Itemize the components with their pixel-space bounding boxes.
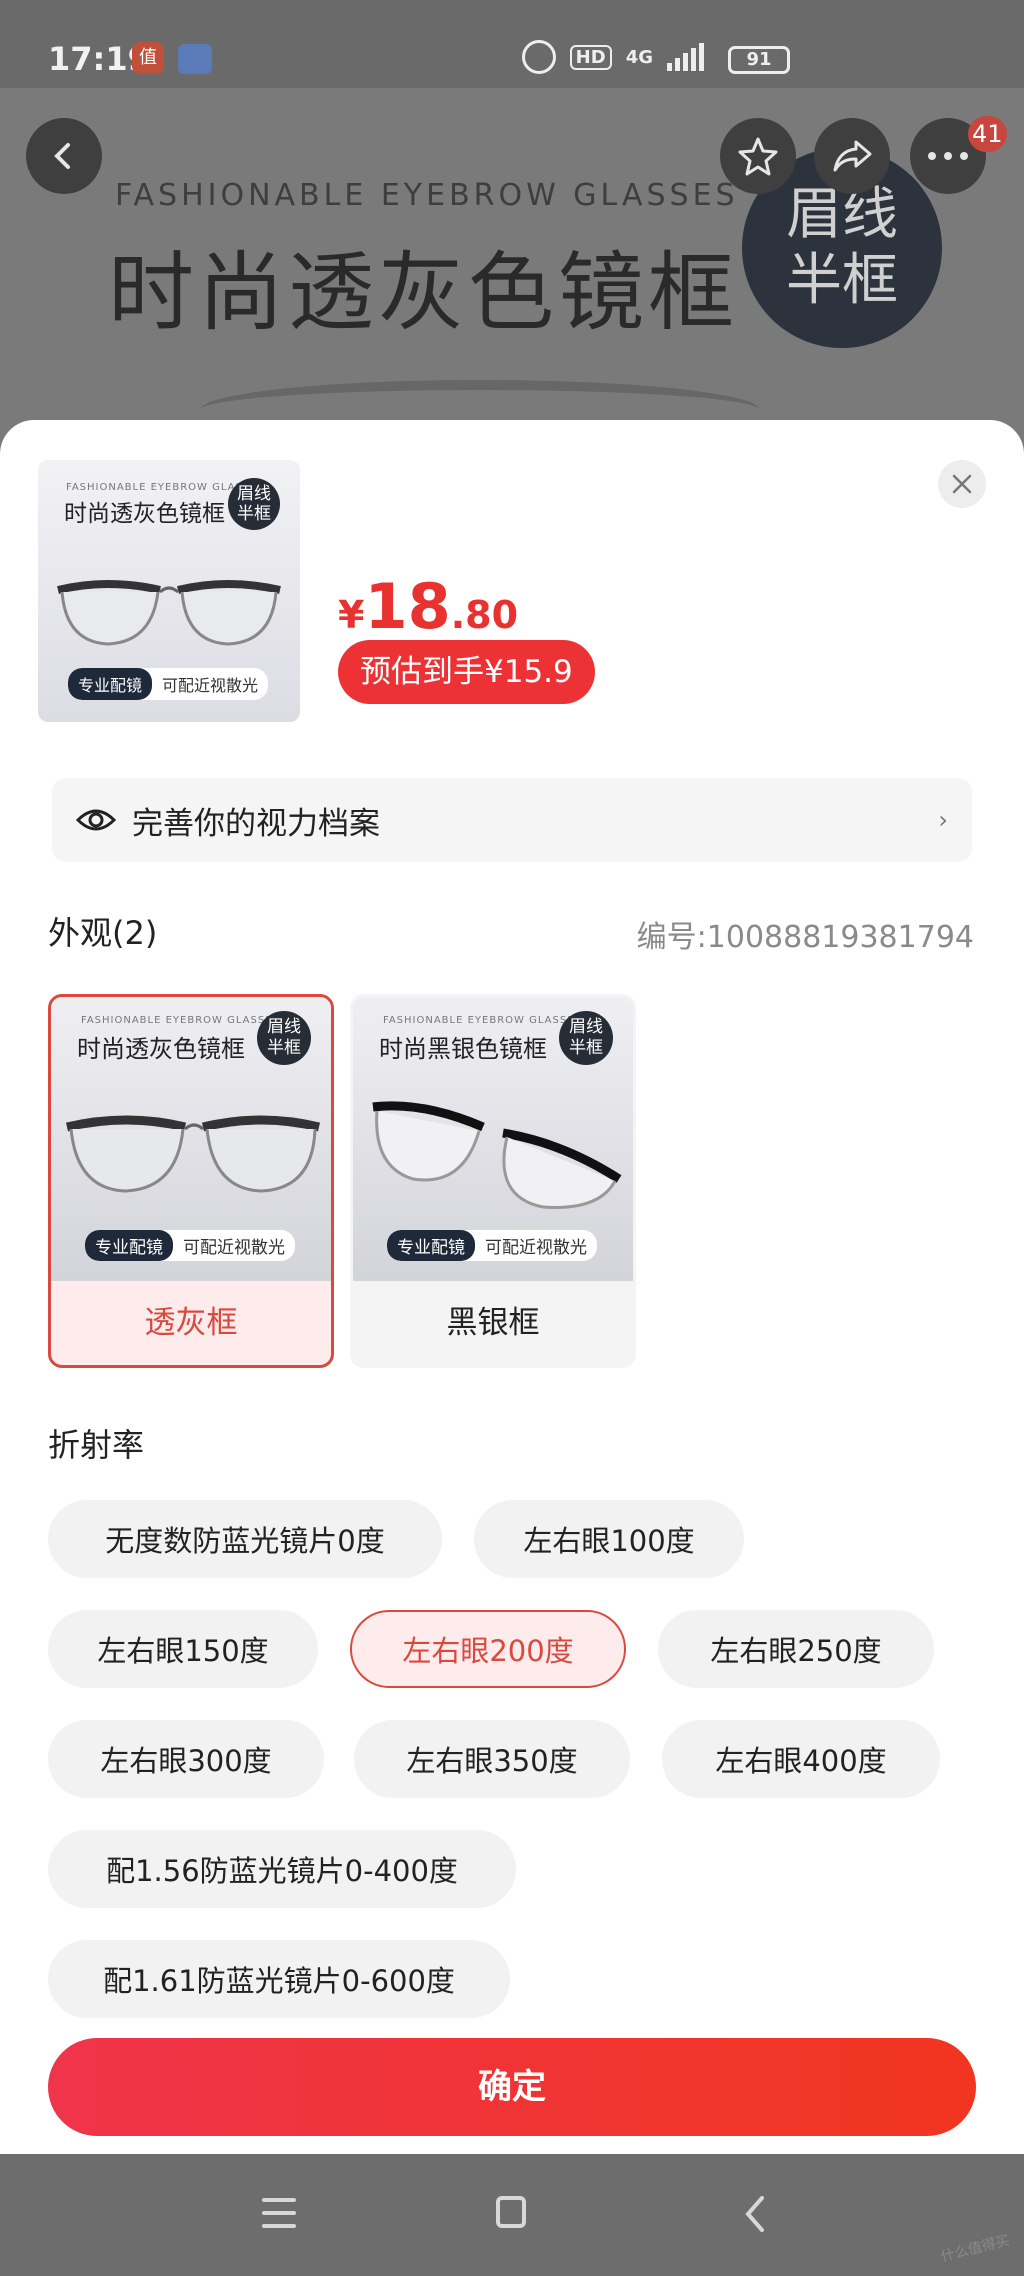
share-icon [833, 140, 872, 172]
appearance-option-gray[interactable]: FASHIONABLE EYEBROW GLASSES 时尚透灰色镜框 眉线 半框… [48, 994, 334, 1368]
notification-count-badge: 41 [968, 116, 1007, 152]
refraction-option[interactable]: 配1.61防蓝光镜片0-600度 [48, 1940, 510, 2018]
refraction-option[interactable]: 左右眼150度 [48, 1610, 318, 1688]
signal-icon [667, 43, 704, 71]
option-badge: 眉线 半框 [559, 1011, 613, 1065]
estimated-price-badge: 预估到手¥15.9 [338, 640, 595, 704]
glasses-image [57, 580, 281, 646]
vision-profile-label: 完善你的视力档案 [132, 805, 380, 842]
star-icon [738, 137, 778, 176]
back-arrow-icon [54, 143, 70, 169]
chevron-right-icon: › [938, 806, 948, 834]
glasses-image [372, 1101, 622, 1209]
back-button[interactable] [26, 118, 102, 194]
share-button[interactable] [814, 118, 890, 194]
option-subtitle: FASHIONABLE EYEBROW GLASSES [383, 1015, 582, 1026]
product-thumbnail[interactable]: FASHIONABLE EYEBROW GLASSES 时尚透灰色镜框 眉线 半框… [38, 460, 300, 722]
thumb-badge: 眉线 半框 [228, 478, 280, 530]
sku-selector-sheet: FASHIONABLE EYEBROW GLASSES 时尚透灰色镜框 眉线 半框… [0, 420, 1024, 2154]
refraction-option[interactable]: 左右眼250度 [658, 1610, 934, 1688]
hero-subtitle: FASHIONABLE EYEBROW GLASSES [115, 178, 739, 213]
app-notification-icon: 值 [132, 42, 164, 74]
product-code: 编号:10088819381794 [636, 920, 974, 955]
watermark: 什么值得买 [939, 2232, 1012, 2266]
option-title: 时尚黑银色镜框 [379, 1035, 547, 1063]
refraction-title: 折射率 [48, 1426, 145, 1464]
price-decimal: .80 [450, 593, 519, 637]
system-navigation-bar: 什么值得买 [0, 2154, 1024, 2276]
hero-title: 时尚透灰色镜框 [108, 243, 738, 343]
thumb-tag-secondary: 可配近视散光 [162, 676, 259, 695]
price-integer: 18 [364, 570, 451, 643]
status-bar: 17:19 值 HD 4G 91 [0, 0, 1024, 88]
price-currency: ¥ [338, 593, 365, 637]
option-label: 黑银框 [446, 1305, 540, 1341]
refraction-option[interactable]: 左右眼400度 [662, 1720, 940, 1798]
refraction-option[interactable]: 左右眼350度 [354, 1720, 630, 1798]
option-image: FASHIONABLE EYEBROW GLASSES 时尚黑银色镜框 眉线 半框… [353, 997, 633, 1281]
refraction-option[interactable]: 左右眼300度 [48, 1720, 324, 1798]
glasses-image [65, 1115, 321, 1193]
price: ¥ 18 .80 [338, 570, 518, 643]
refraction-option[interactable]: 无度数防蓝光镜片0度 [48, 1500, 442, 1578]
thumb-title: 时尚透灰色镜框 [64, 501, 225, 527]
option-tag-primary: 专业配镜 [387, 1230, 475, 1261]
option-subtitle: FASHIONABLE EYEBROW GLASSES [81, 1015, 280, 1026]
option-label: 透灰框 [144, 1305, 238, 1341]
option-badge: 眉线 半框 [257, 1011, 311, 1065]
menu-icon[interactable] [262, 2198, 296, 2228]
thumb-tag-primary: 专业配镜 [68, 668, 153, 700]
option-title: 时尚透灰色镜框 [77, 1035, 245, 1063]
hd-indicator: HD [569, 44, 612, 70]
option-tag-secondary: 可配近视散光 [485, 1238, 587, 1258]
calendar-notification-icon [178, 44, 212, 74]
alarm-icon [521, 40, 556, 74]
more-dots-icon [928, 152, 968, 160]
close-icon [952, 474, 972, 494]
option-tags: 专业配镜 可配近视散光 [85, 1230, 295, 1261]
eye-icon [76, 809, 116, 831]
confirm-button[interactable]: 确定 [48, 2038, 976, 2136]
favorite-button[interactable] [720, 118, 796, 194]
battery-icon: 91 [728, 46, 790, 74]
home-icon[interactable] [496, 2196, 526, 2228]
refraction-option-selected[interactable]: 左右眼200度 [350, 1610, 626, 1688]
option-tags: 专业配镜 可配近视散光 [387, 1230, 597, 1261]
option-image: FASHIONABLE EYEBROW GLASSES 时尚透灰色镜框 眉线 半框… [51, 997, 331, 1281]
option-tag-primary: 专业配镜 [85, 1230, 173, 1261]
refraction-option[interactable]: 配1.56防蓝光镜片0-400度 [48, 1830, 516, 1908]
thumb-tags: 专业配镜 可配近视散光 [68, 668, 269, 700]
refraction-option[interactable]: 左右眼100度 [474, 1500, 744, 1578]
network-type: 4G [625, 46, 653, 68]
option-tag-secondary: 可配近视散光 [183, 1238, 285, 1258]
appearance-title: 外观(2) [48, 914, 158, 952]
back-icon[interactable] [740, 2194, 770, 2234]
vision-profile-row[interactable]: 完善你的视力档案 › [52, 778, 972, 862]
appearance-option-black-silver[interactable]: FASHIONABLE EYEBROW GLASSES 时尚黑银色镜框 眉线 半框… [350, 994, 636, 1368]
close-button[interactable] [938, 460, 986, 508]
